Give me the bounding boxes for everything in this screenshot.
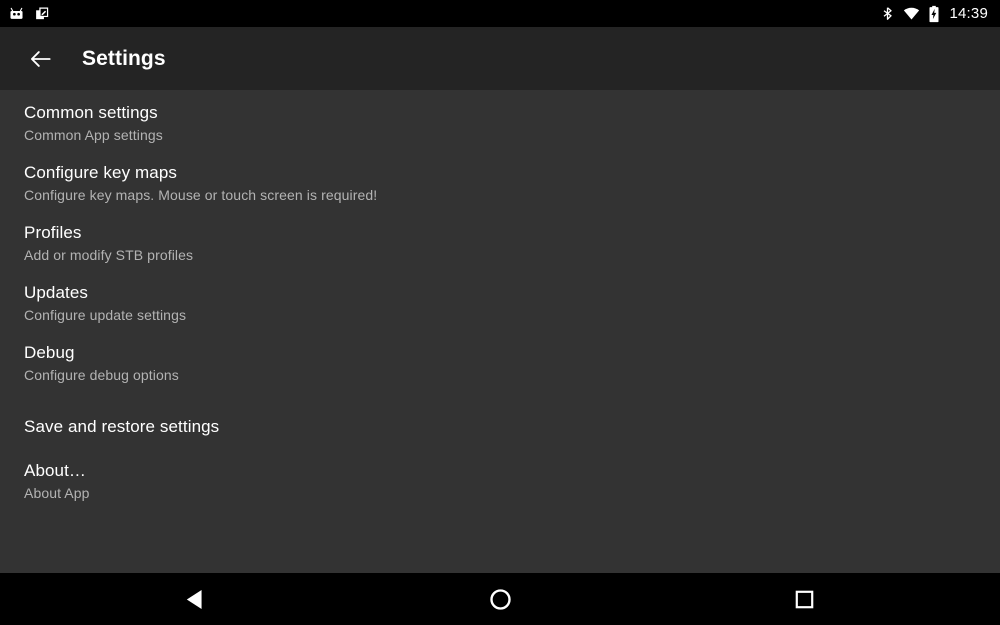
robot-app-icon — [8, 5, 25, 22]
status-bar-system-icons: 14:39 — [880, 5, 988, 23]
settings-item-updates[interactable]: Updates Configure update settings — [0, 281, 1000, 341]
settings-item-common-settings[interactable]: Common settings Common App settings — [0, 101, 1000, 161]
back-arrow-icon[interactable] — [18, 36, 64, 82]
status-bar-clock: 14:39 — [949, 5, 988, 22]
settings-item-configure-key-maps[interactable]: Configure key maps Configure key maps. M… — [0, 161, 1000, 221]
battery-charging-icon — [928, 5, 940, 23]
settings-item-title: Common settings — [24, 103, 158, 122]
settings-item-title: About… — [24, 461, 87, 480]
settings-item-summary: Configure update settings — [24, 307, 187, 323]
clipboard-edit-icon — [34, 5, 51, 22]
settings-item-title: Debug — [24, 343, 75, 362]
settings-item-summary: Add or modify STB profiles — [24, 247, 194, 263]
settings-item-about[interactable]: About… About App — [0, 459, 1000, 519]
settings-item-summary: Common App settings — [24, 127, 163, 143]
recents-nav-icon[interactable] — [720, 573, 888, 625]
settings-item-summary: About App — [24, 485, 90, 501]
settings-item-title: Updates — [24, 283, 89, 302]
app-bar: Settings — [0, 27, 1000, 90]
settings-item-title: Configure key maps — [24, 163, 177, 182]
status-bar-notification-icons — [8, 5, 51, 22]
settings-item-summary: Configure debug options — [24, 367, 179, 383]
wifi-icon — [902, 5, 921, 22]
android-settings-screen: 14:39 Settings Common settings Common Ap… — [0, 0, 1000, 625]
navigation-bar — [0, 573, 1000, 625]
settings-item-save-and-restore-settings[interactable]: Save and restore settings — [0, 401, 1000, 459]
page-title: Settings — [82, 46, 166, 70]
back-nav-icon[interactable] — [112, 573, 280, 625]
settings-item-profiles[interactable]: Profiles Add or modify STB profiles — [0, 221, 1000, 281]
bluetooth-icon — [880, 5, 895, 22]
settings-item-debug[interactable]: Debug Configure debug options — [0, 341, 1000, 401]
settings-item-summary: Configure key maps. Mouse or touch scree… — [24, 187, 378, 203]
settings-item-title: Profiles — [24, 223, 82, 242]
home-nav-icon[interactable] — [416, 573, 584, 625]
settings-list: Common settings Common App settings Conf… — [0, 90, 1000, 573]
settings-item-title: Save and restore settings — [24, 417, 220, 436]
status-bar: 14:39 — [0, 0, 1000, 27]
